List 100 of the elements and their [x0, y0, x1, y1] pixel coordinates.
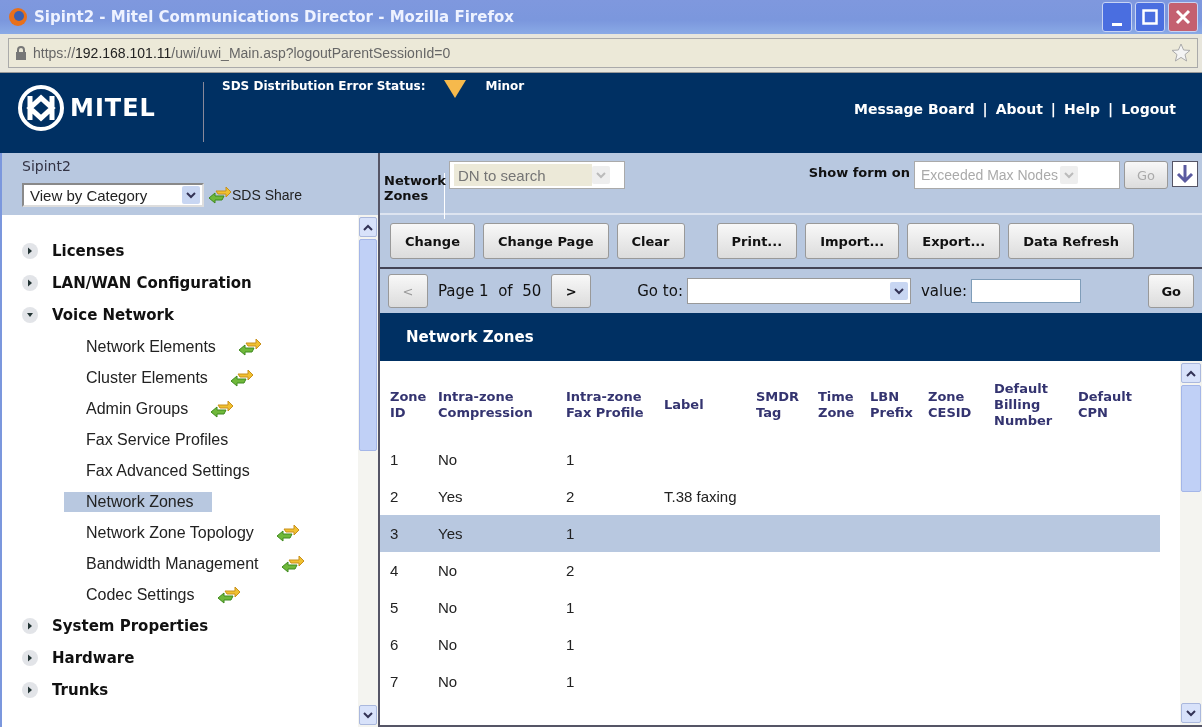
- column-header[interactable]: Label: [664, 396, 756, 414]
- tree-category[interactable]: LAN/WAN Configuration: [52, 274, 252, 292]
- go-button[interactable]: Go: [1148, 274, 1194, 308]
- action-button[interactable]: Clear: [616, 223, 685, 259]
- table-cell-text: 3: [390, 525, 400, 542]
- maximize-icon: [1142, 9, 1158, 25]
- table-cell-text: No: [438, 673, 459, 690]
- tree-item[interactable]: Fax Advanced Settings: [64, 460, 268, 481]
- minimize-button[interactable]: [1102, 2, 1132, 32]
- minimize-icon: [1112, 22, 1122, 26]
- tree-item[interactable]: Fax Service Profiles: [64, 429, 247, 450]
- star-icon[interactable]: [1171, 43, 1191, 63]
- share-label[interactable]: SDS Share: [232, 187, 303, 203]
- table-cell-text: 5: [390, 599, 400, 616]
- chevron-down-icon[interactable]: [1186, 709, 1196, 717]
- column-header[interactable]: Intra-zone Compression: [438, 388, 566, 422]
- address-bar[interactable]: https://192.168.101.11/uwi/uwi_Main.asp?logoutParentSessionId=0: [8, 38, 1198, 68]
- lock-icon: [15, 46, 27, 60]
- table-scrollbar[interactable]: [1180, 361, 1202, 725]
- tree-category[interactable]: Trunks: [52, 681, 109, 699]
- tree-category[interactable]: Hardware: [52, 649, 135, 667]
- status-value: Minor: [485, 79, 525, 93]
- sidebar-title: Sipint2: [22, 158, 71, 174]
- column-header[interactable]: Default Billing Number: [994, 380, 1078, 430]
- table-row[interactable]: 2 Yes 2 T.38 faxing: [380, 478, 1160, 515]
- tree-item[interactable]: Network Zone Topology: [64, 522, 272, 543]
- next-page-button[interactable]: >: [551, 274, 592, 308]
- tree-item[interactable]: Bandwidth Management: [64, 553, 277, 574]
- chevron-up-icon[interactable]: [1186, 369, 1196, 377]
- table-cell-text: 1: [566, 599, 576, 616]
- sync-arrows-icon: [216, 584, 241, 605]
- sync-arrows-icon: [275, 522, 300, 543]
- table-cell-text: 6: [390, 636, 400, 653]
- action-button[interactable]: Print...: [716, 223, 798, 259]
- table-cell-text: 1: [566, 525, 576, 542]
- sync-arrows-icon: [229, 367, 254, 388]
- window-title: Sipint2 - Mitel Communications Director - Mozilla Firefox: [34, 8, 515, 26]
- action-button[interactable]: Export...: [907, 223, 1001, 259]
- goto-label: Go to:: [637, 282, 683, 300]
- table-cell-text: 2: [390, 488, 400, 505]
- tree-item[interactable]: Codec Settings: [64, 584, 213, 605]
- header-link[interactable]: Message Board: [854, 101, 975, 117]
- value-label: value:: [920, 282, 967, 300]
- tree-category[interactable]: System Properties: [52, 617, 209, 635]
- status-label: SDS Distribution Error Status:: [222, 79, 426, 93]
- table-row[interactable]: 5 No 1: [380, 589, 1160, 626]
- table-row[interactable]: 1 No 1: [380, 441, 1160, 478]
- header-link[interactable]: Help: [1064, 101, 1101, 117]
- chevron-up-icon[interactable]: [363, 223, 373, 231]
- tree-item[interactable]: Network Zones: [64, 491, 212, 512]
- sync-arrows-icon: [280, 553, 305, 574]
- header-link[interactable]: About: [995, 101, 1043, 117]
- column-header[interactable]: SMDR Tag: [756, 388, 818, 422]
- column-header[interactable]: Intra-zone Fax Profile: [566, 388, 664, 422]
- goto-select[interactable]: [686, 278, 911, 304]
- header-link[interactable]: Logout: [1121, 101, 1176, 117]
- chevron-down-icon: [186, 191, 196, 199]
- url-text: https://192.168.101.11/uwi/uwi_Main.asp?logoutParentSessionId=0: [33, 45, 452, 61]
- arrow-down-icon[interactable]: [1172, 161, 1198, 187]
- table-row[interactable]: 4 No 2: [380, 552, 1160, 589]
- dn-search-field[interactable]: DN to search: [449, 161, 625, 189]
- value-field[interactable]: [970, 279, 1081, 303]
- logo-emblem-icon: [18, 85, 64, 131]
- table-row[interactable]: 6 No 1: [380, 626, 1160, 663]
- column-header[interactable]: Zone ID: [390, 388, 438, 422]
- column-header[interactable]: Zone CESID: [928, 388, 994, 422]
- tree-item[interactable]: Network Elements: [64, 336, 234, 357]
- warning-triangle-icon: [443, 79, 468, 99]
- table-cell-text: 1: [566, 636, 576, 653]
- table-row[interactable]: 3 Yes 1: [380, 515, 1160, 552]
- tree-item[interactable]: Cluster Elements: [64, 367, 226, 388]
- table-cell-text: No: [438, 451, 459, 468]
- tree-item[interactable]: Admin Groups: [64, 398, 207, 419]
- chevron-down-icon: [1063, 171, 1074, 179]
- table-cell-text: 1: [566, 673, 576, 690]
- column-header[interactable]: Default CPN: [1078, 388, 1158, 422]
- link-separator: |: [1108, 101, 1114, 117]
- sync-arrows-icon: [237, 336, 262, 357]
- close-button[interactable]: [1168, 2, 1198, 32]
- column-header[interactable]: Time Zone: [818, 388, 870, 422]
- column-header[interactable]: LBN Prefix: [870, 388, 928, 422]
- chevron-down-icon[interactable]: [363, 711, 373, 719]
- browser-globe-icon: [8, 7, 28, 27]
- table-cell-text: No: [438, 599, 459, 616]
- tree-scrollbar[interactable]: [358, 215, 378, 727]
- table-row[interactable]: 7 No 1: [380, 663, 1160, 700]
- table-cell-text: 7: [390, 673, 400, 690]
- show-form-label: Show form on: [808, 165, 910, 180]
- link-separator: |: [1050, 101, 1056, 117]
- action-button[interactable]: Change Page: [482, 223, 609, 259]
- table-cell-text: 1: [566, 451, 576, 468]
- action-button[interactable]: Change: [390, 223, 475, 259]
- maximize-button[interactable]: [1135, 2, 1165, 32]
- view-select[interactable]: View by Category: [22, 183, 204, 207]
- table-cell-text: T.38 faxing: [664, 488, 738, 505]
- action-button[interactable]: Data Refresh: [1008, 223, 1134, 259]
- action-button[interactable]: Import...: [805, 223, 900, 259]
- tree-category[interactable]: Licenses: [52, 242, 125, 260]
- table-cell-text: 1: [390, 451, 400, 468]
- tree-category[interactable]: Voice Network: [52, 306, 174, 324]
